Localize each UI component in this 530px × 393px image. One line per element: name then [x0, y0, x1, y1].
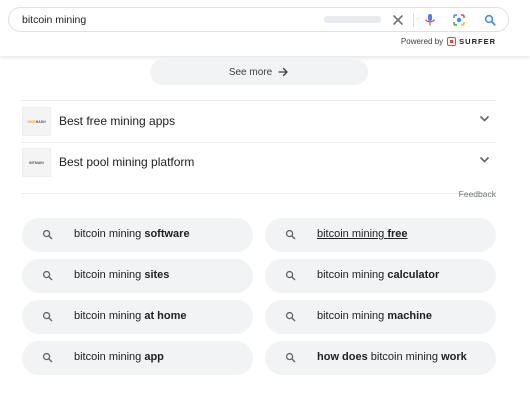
search-icon — [285, 311, 296, 322]
related-search-text: bitcoin mining sites — [74, 269, 169, 281]
chevron-down-icon — [479, 115, 490, 123]
accordion-item-pool-mining-platform[interactable]: BITMAIN Best pool mining platform — [21, 142, 496, 183]
search-icon — [42, 352, 53, 363]
surfer-brand: SURFER — [459, 37, 496, 46]
chip-bold: sites — [144, 269, 170, 281]
related-search-chip[interactable]: bitcoin mining at home — [22, 300, 253, 334]
camera-lens-icon — [453, 14, 465, 26]
chip-plain: bitcoin mining — [74, 351, 145, 363]
bitmain-thumbnail: BITMAIN — [22, 148, 51, 177]
search-icon — [285, 270, 296, 281]
clear-button[interactable] — [389, 11, 407, 29]
chip-plain: bitcoin mining — [317, 310, 388, 322]
chip-bold: machine — [387, 310, 432, 322]
related-search-chip[interactable]: bitcoin mining software — [22, 218, 253, 252]
chip-bold: how does — [317, 351, 368, 363]
search-box[interactable] — [8, 7, 509, 32]
related-search-chip[interactable]: bitcoin mining app — [22, 341, 253, 375]
thumb-text: NICE — [27, 119, 36, 124]
related-search-chip[interactable]: bitcoin mining sites — [22, 259, 253, 293]
chip-plain: bitcoin mining — [74, 310, 145, 322]
thumb-text: HASH — [35, 119, 46, 124]
chip-plain: bitcoin mining — [317, 269, 388, 281]
chip-bold: free — [387, 228, 408, 240]
nicehash-thumbnail: NICE HASH — [22, 107, 51, 136]
related-search-text: bitcoin mining free — [317, 228, 408, 240]
related-search-chip[interactable]: bitcoin mining free — [265, 218, 496, 252]
chip-bold: software — [144, 228, 190, 240]
related-search-text: how does bitcoin mining work — [317, 351, 467, 363]
divider — [21, 193, 496, 194]
chip-plain: bitcoin mining — [317, 228, 388, 240]
chip-plain: bitcoin mining — [367, 351, 442, 363]
search-icon — [42, 311, 53, 322]
accordion-label: Best free mining apps — [59, 114, 176, 128]
related-search-text: bitcoin mining at home — [74, 310, 187, 322]
chip-plain: bitcoin mining — [74, 269, 145, 281]
search-header: Powered by SURFER — [0, 0, 530, 56]
chip-bold: work — [441, 351, 467, 363]
powered-by-surfer: Powered by SURFER — [401, 37, 496, 46]
search-icon — [484, 14, 496, 26]
see-more-label: See more — [228, 66, 273, 78]
lens-search-button[interactable] — [450, 11, 468, 29]
see-more-button[interactable]: See more — [150, 59, 368, 85]
search-divider — [413, 13, 414, 27]
microphone-icon — [425, 14, 435, 26]
search-submit-button[interactable] — [481, 11, 499, 29]
related-search-chip[interactable]: bitcoin mining calculator — [265, 259, 496, 293]
search-icon — [42, 270, 53, 281]
search-icon — [285, 352, 296, 363]
blurred-autofill — [324, 16, 381, 23]
search-input[interactable] — [22, 11, 312, 28]
chevron-down-icon — [479, 156, 490, 164]
arrow-right-icon — [278, 67, 289, 77]
close-icon — [393, 15, 403, 25]
related-search-chip[interactable]: bitcoin mining machine — [265, 300, 496, 334]
related-search-text: bitcoin mining machine — [317, 310, 432, 322]
surfer-logo-icon — [447, 37, 457, 46]
search-icon — [42, 229, 53, 240]
related-search-text: bitcoin mining software — [74, 228, 190, 240]
thumb-text: BITMAIN — [29, 160, 44, 165]
accordion-label: Best pool mining platform — [59, 155, 195, 169]
feedback-link[interactable]: Feedback — [459, 189, 496, 199]
voice-search-button[interactable] — [421, 11, 439, 29]
chip-bold: calculator — [387, 269, 440, 281]
chip-plain: bitcoin mining — [74, 228, 145, 240]
related-search-chip[interactable]: how does bitcoin mining work — [265, 341, 496, 375]
search-icon — [285, 229, 296, 240]
related-search-text: bitcoin mining calculator — [317, 269, 439, 281]
accordion-item-free-mining-apps[interactable]: NICE HASH Best free mining apps — [21, 101, 496, 142]
chip-bold: app — [144, 351, 164, 363]
powered-by-label: Powered by — [400, 37, 444, 46]
chip-bold: at home — [144, 310, 187, 322]
related-search-text: bitcoin mining app — [74, 351, 164, 363]
